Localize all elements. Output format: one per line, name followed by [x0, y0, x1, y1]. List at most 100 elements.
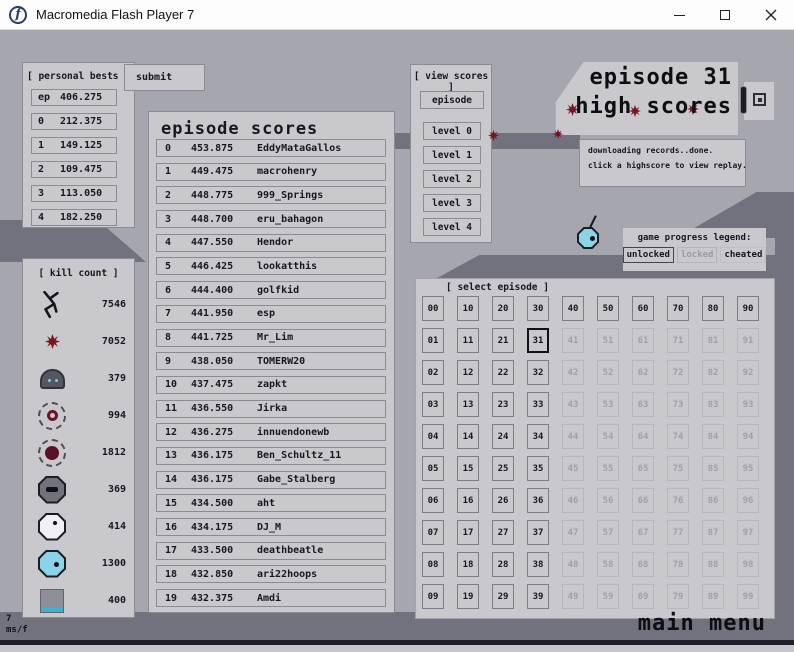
highscore-row[interactable]: 3448.700eru_bahagon	[156, 210, 386, 228]
episode-cell-27[interactable]: 27	[492, 520, 514, 545]
episode-cell-05[interactable]: 05	[422, 456, 444, 481]
episode-cell-14[interactable]: 14	[457, 424, 479, 449]
episode-cell-76: 76	[667, 488, 689, 513]
highscore-row[interactable]: 0453.875EddyMataGallos	[156, 139, 386, 157]
episode-cell-32[interactable]: 32	[527, 360, 549, 385]
episode-cell-06[interactable]: 06	[422, 488, 444, 513]
highscore-row[interactable]: 10437.475zapkt	[156, 376, 386, 394]
episode-cell-90[interactable]: 90	[737, 296, 759, 321]
highscore-row[interactable]: 11436.550Jirka	[156, 400, 386, 418]
episode-cell-07[interactable]: 07	[422, 520, 444, 545]
episode-cell-40[interactable]: 40	[562, 296, 584, 321]
maximize-button[interactable]	[702, 0, 748, 30]
submit-button[interactable]: submit	[124, 64, 205, 91]
episode-cell-15[interactable]: 15	[457, 456, 479, 481]
highscore-score: 438.050	[191, 356, 257, 367]
episode-cell-35[interactable]: 35	[527, 456, 549, 481]
episode-cell-08[interactable]: 08	[422, 552, 444, 577]
enemy-antenna	[589, 215, 596, 228]
minimize-button[interactable]	[656, 0, 702, 30]
highscore-row[interactable]: 13436.175Ben_Schultz_11	[156, 447, 386, 465]
episode-cell-70[interactable]: 70	[667, 296, 689, 321]
episode-cell-57: 57	[597, 520, 619, 545]
episode-cell-36[interactable]: 36	[527, 488, 549, 513]
episode-cell-29[interactable]: 29	[492, 584, 514, 609]
episode-cell-43: 43	[562, 392, 584, 417]
episode-cell-60[interactable]: 60	[632, 296, 654, 321]
player-name: golfkid	[257, 285, 299, 296]
episode-cell-00[interactable]: 00	[422, 296, 444, 321]
view-episode-button[interactable]: episode	[420, 91, 484, 109]
episode-cell-79: 79	[667, 584, 689, 609]
episode-cell-10[interactable]: 10	[457, 296, 479, 321]
episode-cell-17[interactable]: 17	[457, 520, 479, 545]
episode-cell-01[interactable]: 01	[422, 328, 444, 353]
highscore-row[interactable]: 8441.725Mr_Lim	[156, 329, 386, 347]
highscore-rank: 16	[165, 522, 191, 533]
episode-cell-92: 92	[737, 360, 759, 385]
episode-cell-19[interactable]: 19	[457, 584, 479, 609]
highscore-row[interactable]: 6444.400golfkid	[156, 281, 386, 299]
close-button[interactable]	[748, 0, 794, 30]
highscore-row[interactable]: 12436.275innuendonewb	[156, 423, 386, 441]
player-name: Gabe_Stalberg	[257, 474, 335, 485]
episode-cell-22[interactable]: 22	[492, 360, 514, 385]
highscore-row[interactable]: 4447.550Hendor	[156, 234, 386, 252]
episode-cell-37[interactable]: 37	[527, 520, 549, 545]
episode-cell-25[interactable]: 25	[492, 456, 514, 481]
episode-cell-30[interactable]: 30	[527, 296, 549, 321]
highscore-row[interactable]: 7441.950esp	[156, 305, 386, 323]
episode-cell-09[interactable]: 09	[422, 584, 444, 609]
personal-best-label: 3	[38, 188, 60, 199]
view-level-2-button[interactable]: level 2	[423, 170, 481, 188]
highscore-rank: 3	[165, 214, 191, 225]
highscore-row[interactable]: 2448.775999_Springs	[156, 186, 386, 204]
episode-cell-24[interactable]: 24	[492, 424, 514, 449]
highscore-row[interactable]: 18432.850ari22hoops	[156, 565, 386, 583]
highscore-row[interactable]: 15434.500aht	[156, 494, 386, 512]
highscore-row[interactable]: 9438.050TOMERW20	[156, 352, 386, 370]
episode-cell-26[interactable]: 26	[492, 488, 514, 513]
episode-cell-31[interactable]: 31	[527, 328, 549, 353]
main-menu-button[interactable]: main menu	[620, 611, 766, 636]
view-level-4-button[interactable]: level 4	[423, 218, 481, 236]
personal-bests-panel: [ personal bests ] ep406.2750212.3751149…	[22, 62, 135, 228]
episode-cell-20[interactable]: 20	[492, 296, 514, 321]
episode-cell-16[interactable]: 16	[457, 488, 479, 513]
episode-cell-33[interactable]: 33	[527, 392, 549, 417]
episode-cell-18[interactable]: 18	[457, 552, 479, 577]
personal-best-row: 3113.050	[31, 185, 117, 202]
episode-cell-34[interactable]: 34	[527, 424, 549, 449]
episode-cell-21[interactable]: 21	[492, 328, 514, 353]
personal-best-label: 2	[38, 164, 60, 175]
episode-cell-28[interactable]: 28	[492, 552, 514, 577]
highscore-row[interactable]: 1449.475macrohenry	[156, 163, 386, 181]
episode-cell-38[interactable]: 38	[527, 552, 549, 577]
episode-cell-11[interactable]: 11	[457, 328, 479, 353]
page-title-line2: high scores	[552, 92, 732, 121]
highscore-score: 441.950	[191, 308, 257, 319]
episode-cell-50[interactable]: 50	[597, 296, 619, 321]
view-level-0-button[interactable]: level 0	[423, 122, 481, 140]
highscore-row[interactable]: 16434.175DJ_M	[156, 518, 386, 536]
view-level-3-button[interactable]: level 3	[423, 194, 481, 212]
highscore-row[interactable]: 17433.500deathbeatle	[156, 542, 386, 560]
highscore-row[interactable]: 5446.425lookatthis	[156, 257, 386, 275]
highscore-row[interactable]: 19432.375Amdi	[156, 589, 386, 607]
player-name: zapkt	[257, 379, 287, 390]
episode-cell-12[interactable]: 12	[457, 360, 479, 385]
episode-cell-42: 42	[562, 360, 584, 385]
episode-cell-93: 93	[737, 392, 759, 417]
episode-cell-02[interactable]: 02	[422, 360, 444, 385]
highscore-row[interactable]: 14436.175Gabe_Stalberg	[156, 471, 386, 489]
episode-cell-80[interactable]: 80	[702, 296, 724, 321]
view-level-1-button[interactable]: level 1	[423, 146, 481, 164]
episode-cell-04[interactable]: 04	[422, 424, 444, 449]
highscore-list: 0453.875EddyMataGallos 1449.475macrohenry…	[156, 139, 386, 613]
episode-cell-39[interactable]: 39	[527, 584, 549, 609]
episode-cell-03[interactable]: 03	[422, 392, 444, 417]
episode-cell-23[interactable]: 23	[492, 392, 514, 417]
player-name: Mr_Lim	[257, 332, 293, 343]
highscore-rank: 11	[165, 403, 191, 414]
episode-cell-13[interactable]: 13	[457, 392, 479, 417]
